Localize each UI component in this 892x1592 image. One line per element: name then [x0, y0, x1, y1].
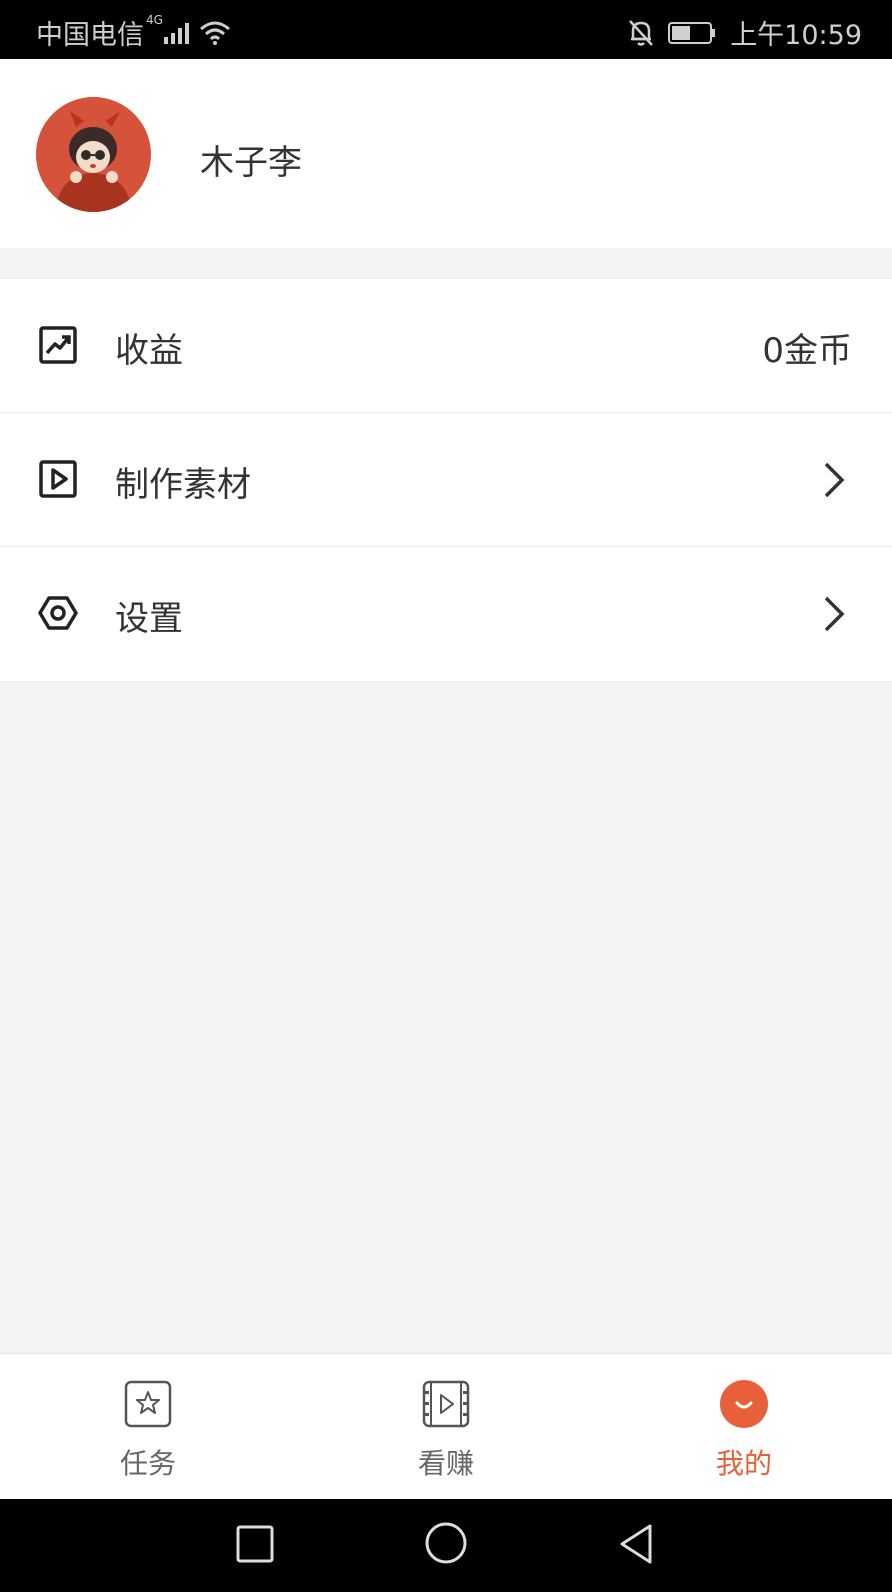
tab-tasks[interactable]: 任务: [58, 1354, 238, 1500]
tab-label-mine: 我的: [715, 1447, 772, 1480]
menu-list: 收益 0金币 制作素材 设置: [0, 279, 892, 681]
menu-item-earnings[interactable]: 收益 0金币: [0, 279, 892, 413]
play-square-icon: [38, 459, 78, 499]
menu-label-materials: 制作素材: [115, 465, 251, 505]
username: 木子李: [200, 143, 302, 183]
network-type: 4G: [146, 13, 163, 27]
tab-label-tasks: 任务: [119, 1447, 176, 1480]
smile-circle-icon: [719, 1379, 769, 1429]
video-frame-icon: [421, 1379, 471, 1429]
home-circle-icon[interactable]: [424, 1521, 468, 1569]
chevron-right-icon: [822, 595, 846, 633]
menu-item-materials[interactable]: 制作素材: [0, 413, 892, 547]
status-bar: 中国电信 4G 上午10:59: [0, 0, 892, 59]
system-nav-bar: [0, 1499, 892, 1592]
carrier-label: 中国电信: [36, 20, 144, 51]
menu-item-settings[interactable]: 设置: [0, 547, 892, 681]
menu-label-earnings: 收益: [115, 331, 183, 371]
avatar[interactable]: [36, 97, 151, 212]
trend-chart-icon: [38, 325, 78, 365]
tab-label-watch-earn: 看赚: [417, 1447, 474, 1480]
status-right: 上午10:59: [628, 13, 862, 52]
menu-label-settings: 设置: [115, 599, 183, 639]
tab-watch-earn[interactable]: 看赚: [356, 1354, 536, 1500]
clock: 上午10:59: [730, 20, 862, 51]
back-triangle-icon[interactable]: [616, 1523, 656, 1569]
signal-icon: [163, 21, 191, 45]
bell-muted-icon: [628, 18, 654, 48]
battery-icon: [668, 20, 716, 46]
recents-square-icon[interactable]: [236, 1525, 274, 1567]
wifi-icon: [199, 20, 231, 46]
bottom-tab-bar: 任务 看赚 我的: [0, 1353, 892, 1499]
tab-mine[interactable]: 我的: [654, 1354, 834, 1500]
hex-gear-icon: [38, 593, 78, 633]
star-square-icon: [123, 1379, 173, 1429]
chevron-right-icon: [822, 461, 846, 499]
profile-header[interactable]: 木子李: [0, 59, 892, 248]
status-left: 中国电信 4G: [36, 13, 231, 52]
earnings-value: 0金币: [762, 331, 852, 371]
